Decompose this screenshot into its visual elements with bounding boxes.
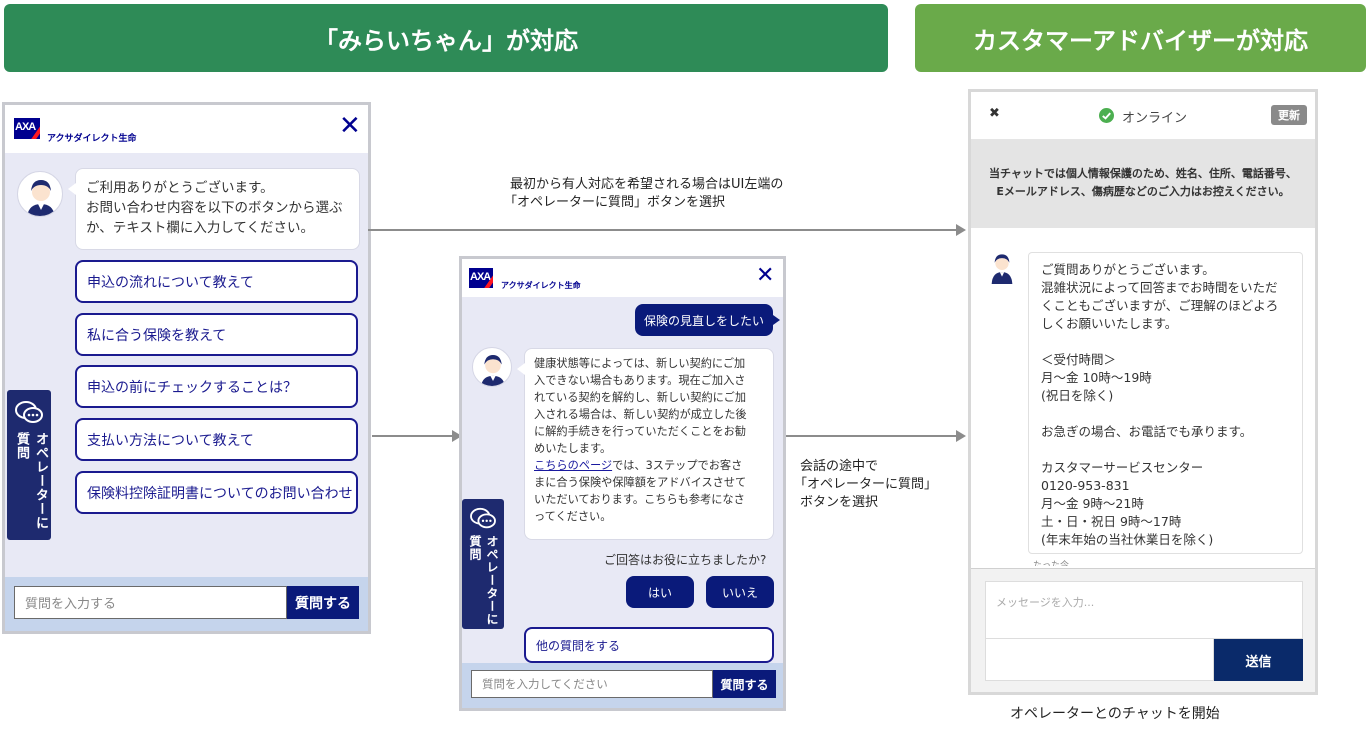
chat-header: AXA アクサダイレクト生命 ✕	[462, 259, 783, 297]
feedback-yes-button[interactable]: はい	[626, 576, 694, 608]
chat-header: AXA アクサダイレクト生命 ✕	[5, 105, 368, 153]
input-bar: 質問を入力してください 質問する	[462, 663, 783, 708]
note-chat-start: オペレーターとのチャットを開始	[1010, 706, 1220, 722]
axa-logo: AXA	[469, 268, 493, 288]
chat-bubbles-icon	[15, 401, 43, 423]
operator-avatar	[472, 347, 512, 387]
greeting-line: お問い合わせ内容を以下のボタンから選ぶ	[86, 200, 343, 216]
side-tab-label: オペレーターに質問	[468, 535, 499, 626]
option-payment-method[interactable]: 支払い方法について教えて	[75, 418, 358, 461]
online-status: オンライン	[1122, 111, 1188, 126]
note-mid-operator: 会話の途中で 「オペレーターに質問」 ボタンを選択	[794, 459, 938, 510]
chatbot-panel-conversation: AXA アクサダイレクト生命 ✕ 保険の見直しをしたい 健康状態等によっては、新…	[459, 256, 786, 711]
bot-answer-bubble: 健康状態等によっては、新しい契約にご加 入できない場合もあります。現在ご加入さ …	[517, 348, 774, 540]
recommend-page-link[interactable]: こちらのページ	[534, 459, 612, 472]
close-icon[interactable]: ✕	[756, 263, 774, 288]
question-input[interactable]: 質問を入力する	[14, 586, 287, 619]
brand-name: アクサダイレクト生命	[47, 134, 137, 144]
option-deduction-certificate[interactable]: 保険料控除証明書についてのお問い合わせ	[75, 471, 358, 514]
arrow-to-operator-mid	[785, 430, 966, 442]
chatbot-panel-initial: AXA アクサダイレクト生命 ✕ ご利用ありがとうございます。 お問い合わせ内容…	[2, 102, 371, 634]
banner-customer-advisor: カスタマーアドバイザーが対応	[915, 4, 1366, 72]
submit-question-button[interactable]: 質問する	[287, 586, 359, 619]
send-row-blank	[985, 639, 1214, 681]
privacy-notice: 当チャットでは個人情報保護のため、姓名、住所、電話番号、 Eメールアドレス、傷病…	[971, 140, 1315, 228]
option-pre-check[interactable]: 申込の前にチェックすることは？	[75, 365, 358, 408]
close-icon[interactable]: ✕	[339, 111, 361, 141]
axa-logo: AXA	[14, 118, 40, 139]
ask-other-question-button[interactable]: 他の質問をする	[524, 627, 774, 663]
chat-bubbles-icon	[470, 507, 496, 529]
refresh-button[interactable]: 更新	[1271, 105, 1307, 125]
note-start-operator: 最初から有人対応を希望される場合はUI左端の 「オペレーターに質問」ボタンを選択	[504, 177, 784, 210]
feedback-question: ご回答はお役に立ちましたか?	[604, 553, 767, 567]
send-button[interactable]: 送信	[1214, 639, 1303, 681]
side-tab-label: オペレーターに質問	[14, 432, 48, 530]
greeting-line: か、テキスト欄に入力してください。	[86, 220, 315, 236]
arrow-to-panel2	[372, 430, 462, 442]
option-application-flow[interactable]: 申込の流れについて教えて	[75, 260, 358, 303]
input-bar: 質問を入力する 質問する	[5, 577, 368, 631]
brand-name: アクサダイレクト生命	[501, 281, 581, 290]
compose-area: メッセージを入力... 送信	[971, 568, 1315, 692]
operator-avatar	[17, 171, 63, 217]
greeting-bubble: ご利用ありがとうございます。 お問い合わせ内容を以下のボタンから選ぶ か、テキス…	[68, 168, 360, 250]
message-input[interactable]: メッセージを入力...	[985, 581, 1303, 639]
operator-avatar	[985, 250, 1019, 284]
operator-chat-header: ✖ オンライン 更新	[971, 92, 1315, 140]
option-recommend-insurance[interactable]: 私に合う保険を教えて	[75, 313, 358, 356]
question-input[interactable]: 質問を入力してください	[471, 670, 713, 698]
user-message-bubble: 保険の見直しをしたい	[635, 304, 780, 336]
operator-message-bubble: ご質問ありがとうございます。 混雑状況によって回答までお時間をいただ くこともご…	[1028, 252, 1303, 554]
operator-chat-panel: ✖ オンライン 更新 当チャットでは個人情報保護のため、姓名、住所、電話番号、 …	[968, 89, 1318, 695]
online-check-icon	[1099, 108, 1114, 123]
message-timestamp: たった今	[1033, 561, 1070, 566]
operator-side-tab[interactable]: オペレーターに質問	[462, 499, 504, 629]
banner-miraichan: 「みらいちゃん」が対応	[4, 4, 888, 72]
close-icon[interactable]: ✖	[989, 106, 1000, 121]
greeting-line: ご利用ありがとうございます。	[86, 180, 274, 196]
arrow-to-operator-top	[368, 224, 966, 236]
submit-question-button[interactable]: 質問する	[713, 670, 776, 698]
operator-side-tab[interactable]: オペレーターに質問	[7, 390, 51, 540]
feedback-no-button[interactable]: いいえ	[706, 576, 774, 608]
